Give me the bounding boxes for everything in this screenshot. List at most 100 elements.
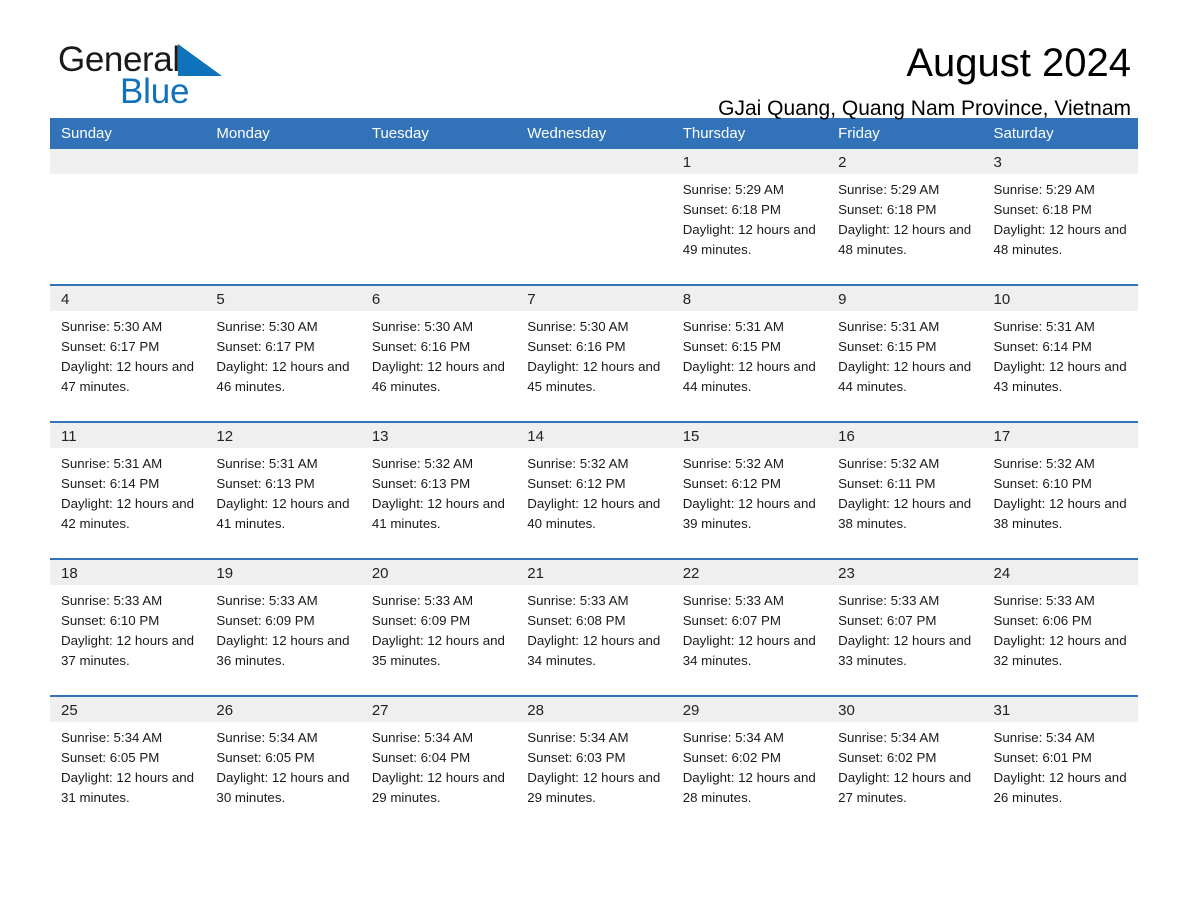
day-number: 29 — [671, 697, 828, 722]
calendar-day-cell[interactable]: 2 Sunrise: 5:29 AM Sunset: 6:18 PM Daylight… — [827, 149, 983, 285]
calendar-day-cell[interactable]: 20 Sunrise: 5:33 AM Sunset: 6:09 PM Dayligh… — [360, 558, 517, 696]
sunrise-text: Sunrise: 5:31 AM — [682, 319, 784, 334]
calendar-day-cell[interactable]: 24 Sunrise: 5:33 AM Sunset: 6:06 PM Dayligh… — [982, 558, 1138, 696]
calendar-day-cell[interactable]: 3 Sunrise: 5:29 AM Sunset: 6:18 PM Daylight… — [982, 149, 1138, 285]
sunrise-text: Sunrise: 5:30 AM — [216, 319, 318, 334]
calendar-day-cell[interactable]: 7 Sunrise: 5:30 AM Sunset: 6:16 PM Daylight… — [516, 284, 672, 422]
calendar-day-cell[interactable]: 27 Sunrise: 5:34 AM Sunset: 6:04 PM Dayligh… — [360, 695, 517, 832]
calendar-day-cell[interactable]: 4 Sunrise: 5:30 AM Sunset: 6:17 PM Daylight… — [50, 284, 206, 422]
sunrise-text: Sunrise: 5:32 AM — [371, 456, 474, 471]
day-number: 2 — [827, 149, 983, 174]
sunrise-text: Sunrise: 5:34 AM — [993, 730, 1095, 745]
daylight-text: Daylight: 12 hours and 27 minutes. — [838, 770, 972, 805]
sunrise-text: Sunrise: 5:33 AM — [61, 593, 163, 608]
calendar-cell-empty — [50, 149, 206, 285]
sunset-text: Sunset: 6:09 PM — [371, 613, 471, 628]
calendar-cell-inner: 6 Sunrise: 5:30 AM Sunset: 6:16 PM Daylight… — [360, 286, 517, 421]
sunset-text: Sunset: 6:09 PM — [216, 613, 315, 628]
calendar-week-row: 11 Sunrise: 5:31 AM Sunset: 6:14 PM Dayligh… — [50, 421, 1138, 559]
calendar-day-cell[interactable]: 23 Sunrise: 5:33 AM Sunset: 6:07 PM Dayligh… — [827, 558, 983, 696]
day-details: Sunrise: 5:33 AM Sunset: 6:10 PM Daylight:… — [50, 585, 205, 671]
calendar-day-cell[interactable]: 21 Sunrise: 5:33 AM Sunset: 6:08 PM Dayligh… — [516, 558, 672, 696]
daylight-text: Daylight: 12 hours and 30 minutes. — [216, 770, 350, 805]
day-number: 17 — [982, 423, 1138, 448]
sunset-text: Sunset: 6:16 PM — [527, 339, 626, 354]
daylight-text: Daylight: 12 hours and 45 minutes. — [527, 359, 661, 394]
calendar-day-cell[interactable]: 30 Sunrise: 5:34 AM Sunset: 6:02 PM Dayligh… — [827, 695, 983, 832]
calendar-cell-inner: 4 Sunrise: 5:30 AM Sunset: 6:17 PM Daylight… — [50, 286, 206, 421]
day-details: Sunrise: 5:31 AM Sunset: 6:14 PM Daylight:… — [983, 311, 1138, 397]
calendar-day-cell[interactable]: 11 Sunrise: 5:31 AM Sunset: 6:14 PM Dayligh… — [50, 421, 206, 559]
sunrise-text: Sunrise: 5:31 AM — [838, 319, 940, 334]
day-number: 8 — [671, 286, 828, 311]
sunrise-text: Sunrise: 5:34 AM — [216, 730, 318, 745]
calendar-day-cell[interactable]: 16 Sunrise: 5:32 AM Sunset: 6:11 PM Dayligh… — [827, 421, 983, 559]
calendar-day-cell[interactable]: 15 Sunrise: 5:32 AM Sunset: 6:12 PM Dayligh… — [671, 421, 828, 559]
daylight-text: Daylight: 12 hours and 33 minutes. — [838, 633, 972, 668]
sunrise-text: Sunrise: 5:33 AM — [371, 593, 474, 608]
calendar-cell-inner: 5 Sunrise: 5:30 AM Sunset: 6:17 PM Daylight… — [205, 286, 361, 421]
day-details: Sunrise: 5:34 AM Sunset: 6:02 PM Daylight:… — [827, 722, 982, 808]
sunset-text: Sunset: 6:01 PM — [993, 750, 1092, 765]
day-details: Sunrise: 5:32 AM Sunset: 6:11 PM Daylight:… — [827, 448, 982, 534]
calendar-cell-inner: 9 Sunrise: 5:31 AM Sunset: 6:15 PM Daylight… — [827, 286, 983, 421]
day-details: Sunrise: 5:34 AM Sunset: 6:05 PM Daylight:… — [205, 722, 360, 808]
sunset-text: Sunset: 6:07 PM — [838, 613, 937, 628]
calendar-day-cell[interactable]: 18 Sunrise: 5:33 AM Sunset: 6:10 PM Dayligh… — [50, 558, 206, 696]
calendar-day-cell[interactable]: 12 Sunrise: 5:31 AM Sunset: 6:13 PM Dayligh… — [205, 421, 361, 559]
calendar-cell-inner: 31 Sunrise: 5:34 AM Sunset: 6:01 PM Dayligh… — [982, 697, 1138, 832]
day-details: Sunrise: 5:30 AM Sunset: 6:16 PM Daylight:… — [516, 311, 671, 397]
sunset-text: Sunset: 6:10 PM — [993, 476, 1092, 491]
day-details: Sunrise: 5:31 AM Sunset: 6:15 PM Daylight:… — [672, 311, 827, 397]
page-masthead: General Blue August 2024 GJai Quang, Qua… — [50, 0, 1138, 120]
calendar-day-cell[interactable]: 1 Sunrise: 5:29 AM Sunset: 6:18 PM Daylight… — [671, 149, 828, 285]
daylight-text: Daylight: 12 hours and 39 minutes. — [682, 496, 816, 531]
sunrise-text: Sunrise: 5:30 AM — [61, 319, 163, 334]
calendar-day-cell[interactable]: 14 Sunrise: 5:32 AM Sunset: 6:12 PM Dayligh… — [516, 421, 672, 559]
day-details: Sunrise: 5:34 AM Sunset: 6:01 PM Daylight:… — [983, 722, 1138, 808]
calendar-day-cell[interactable]: 10 Sunrise: 5:31 AM Sunset: 6:14 PM Dayligh… — [982, 284, 1138, 422]
sunset-text: Sunset: 6:16 PM — [371, 339, 471, 354]
calendar-day-cell[interactable]: 31 Sunrise: 5:34 AM Sunset: 6:01 PM Dayligh… — [982, 695, 1138, 832]
daylight-text: Daylight: 12 hours and 41 minutes. — [216, 496, 350, 531]
daylight-text: Daylight: 12 hours and 40 minutes. — [527, 496, 661, 531]
calendar-day-cell[interactable]: 28 Sunrise: 5:34 AM Sunset: 6:03 PM Dayligh… — [516, 695, 672, 832]
calendar-day-cell[interactable]: 6 Sunrise: 5:30 AM Sunset: 6:16 PM Daylight… — [360, 284, 517, 422]
calendar-cell-empty — [205, 149, 361, 285]
day-details: Sunrise: 5:31 AM Sunset: 6:13 PM Daylight:… — [205, 448, 360, 534]
calendar-day-cell[interactable]: 5 Sunrise: 5:30 AM Sunset: 6:17 PM Daylight… — [205, 284, 361, 422]
day-details: Sunrise: 5:34 AM Sunset: 6:02 PM Daylight:… — [672, 722, 827, 808]
calendar-day-cell[interactable]: 17 Sunrise: 5:32 AM Sunset: 6:10 PM Dayligh… — [982, 421, 1138, 559]
calendar-day-cell[interactable]: 19 Sunrise: 5:33 AM Sunset: 6:09 PM Dayligh… — [205, 558, 361, 696]
sunset-text: Sunset: 6:15 PM — [682, 339, 781, 354]
sunset-text: Sunset: 6:17 PM — [61, 339, 160, 354]
calendar-week-row: 25 Sunrise: 5:34 AM Sunset: 6:05 PM Dayligh… — [50, 695, 1138, 832]
day-number — [360, 149, 517, 174]
calendar-day-cell[interactable]: 8 Sunrise: 5:31 AM Sunset: 6:15 PM Daylight… — [671, 284, 828, 422]
brand-name-blue: Blue — [120, 72, 190, 111]
sunrise-text: Sunrise: 5:32 AM — [682, 456, 784, 471]
calendar-cell-inner — [50, 149, 206, 284]
sunrise-text: Sunrise: 5:33 AM — [993, 593, 1095, 608]
day-number: 27 — [360, 697, 517, 722]
calendar-day-cell[interactable]: 9 Sunrise: 5:31 AM Sunset: 6:15 PM Daylight… — [827, 284, 983, 422]
calendar-day-cell[interactable]: 22 Sunrise: 5:33 AM Sunset: 6:07 PM Dayligh… — [671, 558, 828, 696]
calendar-day-cell[interactable]: 26 Sunrise: 5:34 AM Sunset: 6:05 PM Dayligh… — [205, 695, 361, 832]
calendar-day-cell[interactable]: 13 Sunrise: 5:32 AM Sunset: 6:13 PM Dayligh… — [360, 421, 517, 559]
calendar-cell-inner: 20 Sunrise: 5:33 AM Sunset: 6:09 PM Dayligh… — [360, 560, 517, 695]
day-details: Sunrise: 5:33 AM Sunset: 6:06 PM Daylight:… — [983, 585, 1138, 671]
calendar-cell-empty — [360, 149, 517, 285]
brand-logo[interactable]: General Blue — [58, 42, 222, 110]
day-number: 23 — [827, 560, 983, 585]
day-details: Sunrise: 5:31 AM Sunset: 6:14 PM Daylight:… — [50, 448, 205, 534]
page-subtitle-location: GJai Quang, Quang Nam Province, Vietnam — [718, 97, 1131, 120]
day-number: 22 — [671, 560, 828, 585]
calendar-cell-inner: 19 Sunrise: 5:33 AM Sunset: 6:09 PM Dayligh… — [205, 560, 361, 695]
calendar-day-cell[interactable]: 25 Sunrise: 5:34 AM Sunset: 6:05 PM Dayligh… — [50, 695, 206, 832]
daylight-text: Daylight: 12 hours and 49 minutes. — [682, 222, 816, 257]
sunrise-text: Sunrise: 5:34 AM — [61, 730, 163, 745]
weekday-header-tuesday: Tuesday — [360, 118, 517, 149]
daylight-text: Daylight: 12 hours and 48 minutes. — [993, 222, 1127, 257]
calendar-cell-inner: 22 Sunrise: 5:33 AM Sunset: 6:07 PM Dayligh… — [671, 560, 828, 695]
calendar-day-cell[interactable]: 29 Sunrise: 5:34 AM Sunset: 6:02 PM Dayligh… — [671, 695, 828, 832]
